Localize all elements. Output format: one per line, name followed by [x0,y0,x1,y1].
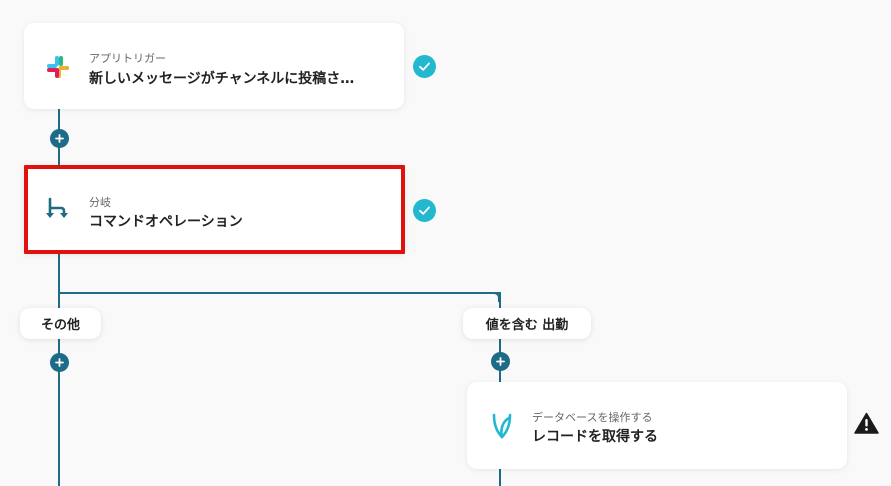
trigger-title: 新しいメッセージがチャンネルに投稿さ… [89,71,355,87]
warning-icon [854,412,879,438]
add-step-button-right-branch[interactable] [491,352,510,371]
connector-branch-down [58,253,60,293]
selection-highlight [24,165,405,254]
database-caption: データベースを操作する [532,411,653,424]
trigger-complete-check-icon [413,55,436,78]
trigger-step-card[interactable]: アプリトリガー 新しいメッセージがチャンネルに投稿さ… [24,23,404,109]
branch-label-contains-value[interactable]: 値を含む 出勤 [463,308,591,339]
branch-label-other[interactable]: その他 [20,308,101,339]
add-step-button[interactable] [50,129,69,148]
connector-corner [490,292,500,302]
slack-icon [46,55,70,83]
yoom-database-icon [489,412,515,444]
add-step-button-left-branch[interactable] [50,353,69,372]
connector-right-continue [499,468,501,486]
branch-complete-check-icon [413,199,436,222]
connector-branch-horizontal [58,292,500,294]
database-title: レコードを取得する [532,429,658,445]
trigger-caption: アプリトリガー [89,52,166,65]
database-step-card[interactable]: データベースを操作する レコードを取得する [467,382,847,469]
